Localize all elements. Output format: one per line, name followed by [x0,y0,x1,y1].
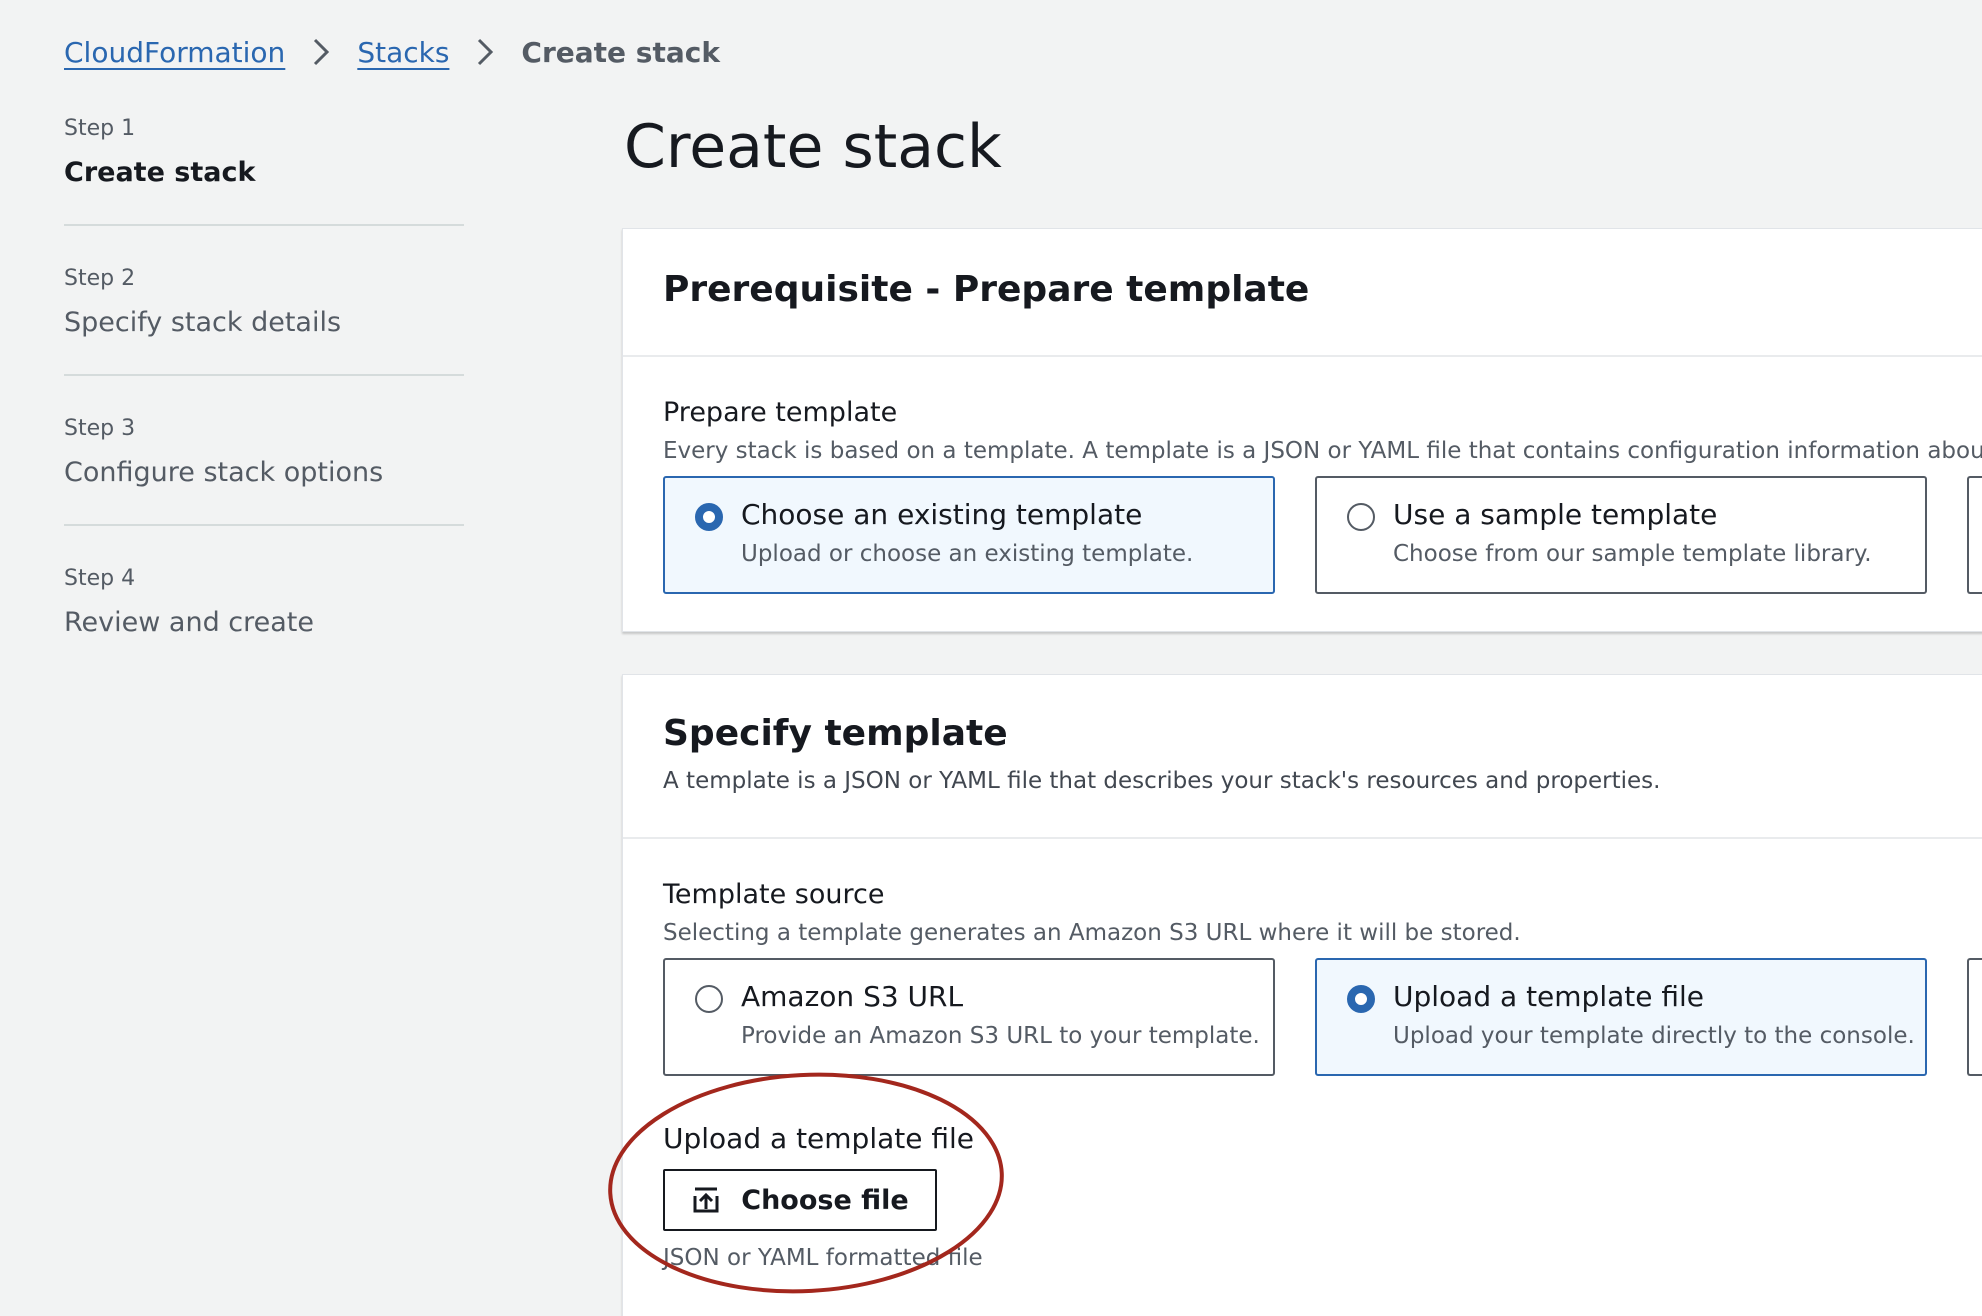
breadcrumb-cloudformation-link[interactable]: CloudFormation [64,36,285,69]
wizard-step-2: Step 2 Specify stack details [64,266,464,376]
radio-unselected-icon[interactable] [1347,503,1375,531]
radio-unselected-icon[interactable] [695,985,723,1013]
field-description: Selecting a template generates an Amazon… [663,920,1521,946]
option-title: Choose an existing template [741,498,1143,531]
panel-description: A template is a JSON or YAML file that d… [663,768,1661,794]
wizard-step-3: Step 3 Configure stack options [64,416,464,526]
option-description: Upload or choose an existing template. [741,541,1194,567]
option-title: Upload a template file [1393,980,1705,1013]
option-sample-template[interactable]: Use a sample template Choose from our sa… [1315,476,1927,594]
upload-hint: JSON or YAML formatted file [663,1245,983,1271]
page-title: Create stack [624,112,1002,182]
option-description: Provide an Amazon S3 URL to your templat… [741,1023,1260,1049]
panel-heading: Specify template [663,713,1008,754]
step-title: Create stack [64,157,256,188]
option-partially-visible[interactable] [1967,958,1982,1076]
wizard-step-1: Step 1 Create stack [64,116,464,226]
breadcrumb-stacks-link[interactable]: Stacks [357,36,449,69]
step-number: Step 2 [64,266,136,291]
template-source-field: Template source Selecting a template gen… [623,839,1982,1271]
chevron-right-icon [314,38,330,66]
step-number: Step 3 [64,416,136,441]
step-title: Review and create [64,607,315,638]
option-upload-file[interactable]: Upload a template file Upload your templ… [1315,958,1927,1076]
wizard-steps: Step 1 Create stack Step 2 Specify stack… [64,116,464,714]
prepare-template-field: Prepare template Every stack is based on… [623,357,1982,594]
specify-template-panel: Specify template A template is a JSON or… [622,674,1982,1316]
upload-icon [693,1187,719,1213]
option-existing-template[interactable]: Choose an existing template Upload or ch… [663,476,1275,594]
choose-file-button[interactable]: Choose file [663,1169,937,1231]
template-source-options: Amazon S3 URL Provide an Amazon S3 URL t… [663,958,1982,1076]
step-title: Configure stack options [64,457,384,488]
radio-selected-icon[interactable] [1347,985,1375,1013]
upload-template-field: Upload a template file Choose file JSON … [663,1122,1982,1271]
panel-header: Specify template A template is a JSON or… [623,675,1982,839]
step-title: Specify stack details [64,307,342,338]
choose-file-label: Choose file [741,1184,909,1216]
step-number: Step 1 [64,116,136,141]
field-description: Every stack is based on a template. A te… [663,438,1982,464]
option-partially-visible[interactable] [1967,476,1982,594]
wizard-step-4: Step 4 Review and create [64,566,464,674]
field-label: Template source [663,879,885,910]
chevron-right-icon [478,38,494,66]
radio-selected-icon[interactable] [695,503,723,531]
panel-header: Prerequisite - Prepare template [623,229,1982,357]
prerequisite-panel: Prerequisite - Prepare template Prepare … [622,228,1982,632]
prepare-template-options: Choose an existing template Upload or ch… [663,476,1982,594]
field-label: Prepare template [663,397,898,428]
breadcrumb: CloudFormation Stacks Create stack [64,34,720,70]
step-number: Step 4 [64,566,136,591]
panel-heading: Prerequisite - Prepare template [663,269,1310,310]
option-title: Amazon S3 URL [741,980,964,1013]
option-description: Choose from our sample template library. [1393,541,1872,567]
option-s3-url[interactable]: Amazon S3 URL Provide an Amazon S3 URL t… [663,958,1275,1076]
option-title: Use a sample template [1393,498,1718,531]
upload-label: Upload a template file [663,1122,975,1155]
option-description: Upload your template directly to the con… [1393,1023,1915,1049]
breadcrumb-current: Create stack [521,35,720,69]
